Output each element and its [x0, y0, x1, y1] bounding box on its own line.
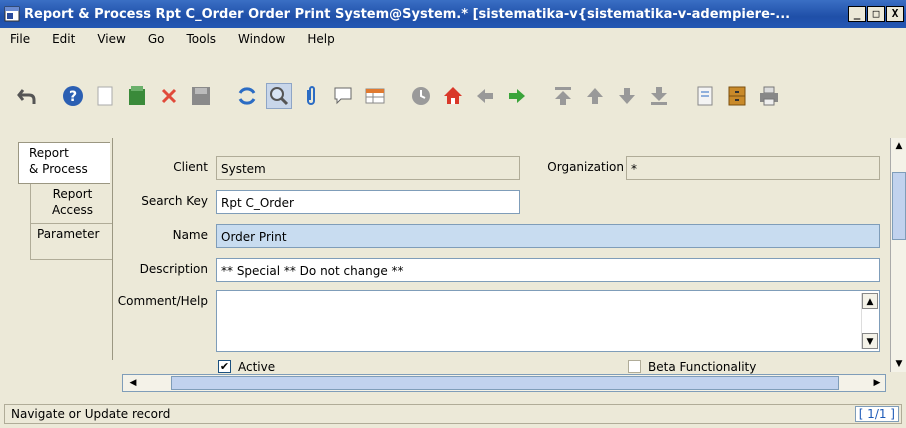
horizontal-scrollbar[interactable]: ◀ ▶	[122, 374, 886, 392]
save-copy-button[interactable]	[124, 83, 150, 109]
scroll-down-arrow-icon[interactable]: ▼	[862, 333, 878, 349]
scroll-down-icon[interactable]: ▼	[891, 356, 906, 372]
organization-label: Organization	[547, 160, 624, 174]
comment-scrollbar[interactable]: ▲ ▼	[861, 293, 878, 349]
search-key-field[interactable]: Rpt C_Order	[216, 190, 520, 214]
comment-help-textarea[interactable]: ▲ ▼	[216, 290, 880, 352]
forward-icon	[509, 89, 525, 103]
horizontal-scroll-thumb[interactable]	[171, 376, 839, 390]
history-button[interactable]	[408, 83, 434, 109]
report-icon	[697, 86, 713, 106]
description-field[interactable]: ** Special ** Do not change **	[216, 258, 880, 282]
tab-parameter[interactable]: Parameter	[30, 224, 114, 260]
archive-button[interactable]	[724, 83, 750, 109]
scroll-left-icon[interactable]: ◀	[125, 375, 141, 391]
window-title-bar[interactable]: Report & Process Rpt C_Order Order Print…	[0, 0, 906, 28]
save-copy-icon	[129, 86, 145, 105]
app-icon	[4, 6, 20, 22]
record-panel: Report & Process Report Access Parameter…	[4, 130, 906, 398]
new-button[interactable]	[92, 83, 118, 109]
forward-button[interactable]	[504, 83, 530, 109]
status-message: Navigate or Update record	[11, 407, 171, 421]
tab-report-access-label: Report Access	[51, 187, 94, 217]
active-label: Active	[238, 360, 276, 374]
undo-icon	[17, 89, 36, 104]
save-icon	[192, 87, 210, 105]
print-button[interactable]	[756, 83, 782, 109]
chat-icon	[334, 87, 352, 105]
menu-bar: File Edit View Go Tools Window Help	[0, 28, 906, 50]
new-icon	[97, 86, 113, 106]
history-icon	[412, 87, 430, 105]
tab-report-process-label: Report & Process	[29, 146, 88, 176]
save-button[interactable]	[188, 83, 214, 109]
beta-functionality-checkbox[interactable]	[628, 360, 641, 373]
maximize-button[interactable]: □	[867, 6, 885, 22]
back-button[interactable]	[472, 83, 498, 109]
delete-icon	[161, 88, 177, 104]
undo-button[interactable]	[14, 83, 40, 109]
menu-file[interactable]: File	[10, 32, 30, 46]
help-button[interactable]: ?	[60, 83, 86, 109]
record-form: Client System Organization * Search Key …	[112, 138, 884, 374]
scroll-right-icon[interactable]: ▶	[869, 375, 885, 391]
toolbar: ?	[0, 74, 906, 118]
status-bar: Navigate or Update record [ 1/1 ]	[4, 404, 902, 424]
record-count[interactable]: [ 1/1 ]	[854, 406, 899, 422]
search-key-label: Search Key	[141, 194, 208, 208]
vertical-scrollbar[interactable]: ▲ ▼	[890, 138, 906, 372]
close-button[interactable]: X	[886, 6, 904, 22]
menu-tools[interactable]: Tools	[186, 32, 216, 46]
client-field[interactable]: System	[216, 156, 520, 180]
window-title: Report & Process Rpt C_Order Order Print…	[24, 6, 791, 22]
menu-edit[interactable]: Edit	[52, 32, 75, 46]
report-button[interactable]	[692, 83, 718, 109]
tab-report-process[interactable]: Report & Process	[18, 142, 110, 184]
first-record-icon	[555, 87, 571, 105]
client-label: Client	[173, 160, 208, 174]
archive-icon	[728, 86, 746, 106]
last-record-icon	[651, 87, 667, 105]
back-icon	[477, 89, 493, 103]
menu-view[interactable]: View	[97, 32, 125, 46]
refresh-button[interactable]	[234, 83, 260, 109]
menu-go[interactable]: Go	[148, 32, 165, 46]
menu-window[interactable]: Window	[238, 32, 285, 46]
grid-toggle-button[interactable]	[362, 83, 388, 109]
next-record-icon	[619, 88, 635, 104]
last-record-button[interactable]	[646, 83, 672, 109]
organization-field[interactable]: *	[626, 156, 880, 180]
svg-text:?: ?	[69, 89, 77, 105]
tab-list: Report & Process Report Access Parameter	[18, 142, 114, 260]
attachment-button[interactable]	[298, 83, 324, 109]
minimize-button[interactable]: _	[848, 6, 866, 22]
comment-help-label: Comment/Help	[117, 294, 208, 308]
name-field[interactable]: Order Print	[216, 224, 880, 248]
print-icon	[760, 86, 778, 106]
refresh-icon	[238, 87, 256, 105]
scroll-up-icon[interactable]: ▲	[891, 138, 906, 154]
attachment-icon	[307, 86, 315, 105]
find-button[interactable]	[266, 83, 292, 109]
scroll-up-arrow-icon[interactable]: ▲	[862, 293, 878, 309]
name-label: Name	[172, 228, 208, 242]
home-icon	[444, 87, 462, 104]
menu-help[interactable]: Help	[307, 32, 334, 46]
description-label: Description	[139, 262, 208, 276]
chat-button[interactable]	[330, 83, 356, 109]
home-button[interactable]	[440, 83, 466, 109]
next-record-button[interactable]	[614, 83, 640, 109]
previous-record-icon	[587, 88, 603, 104]
previous-record-button[interactable]	[582, 83, 608, 109]
active-checkbox[interactable]: ✔	[218, 360, 231, 373]
beta-functionality-label: Beta Functionality	[648, 360, 757, 374]
first-record-button[interactable]	[550, 83, 576, 109]
find-icon	[270, 87, 289, 106]
tab-report-access[interactable]: Report Access	[30, 184, 114, 224]
delete-button[interactable]	[156, 83, 182, 109]
help-icon: ?	[63, 86, 83, 106]
grid-toggle-icon	[365, 88, 385, 104]
vertical-scroll-thumb[interactable]	[892, 172, 906, 240]
tab-parameter-label: Parameter	[37, 227, 100, 241]
